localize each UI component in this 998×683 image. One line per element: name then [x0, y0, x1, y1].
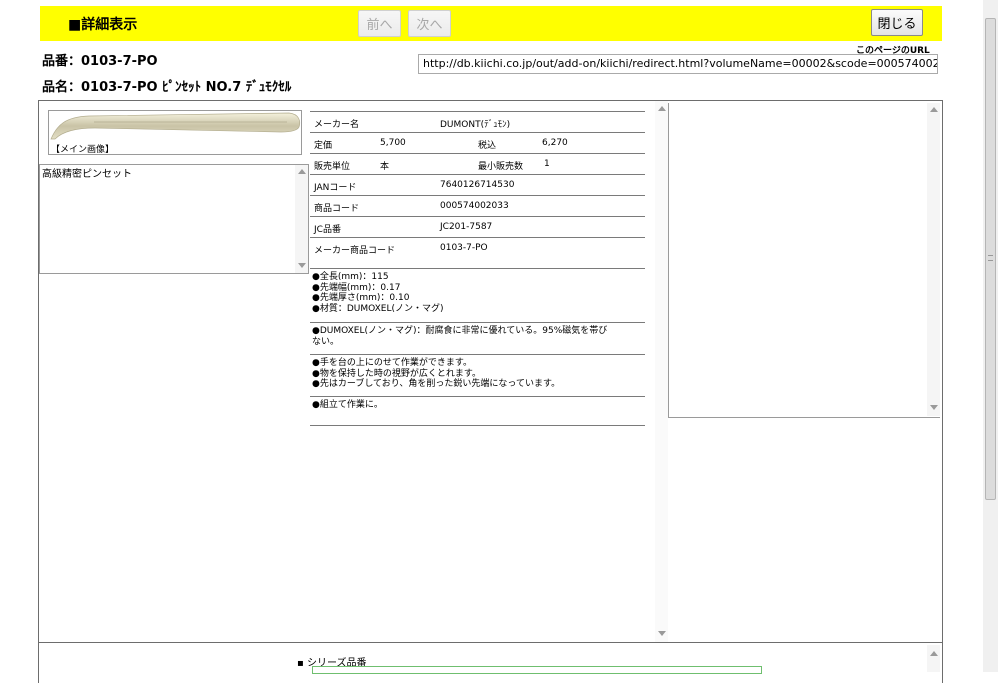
feature-line: ●先端厚さ(mm)：0.10	[312, 293, 410, 303]
spec-label: 最小販売数	[478, 162, 524, 172]
spec-value: DUMONT(ﾃﾞｭﾓﾝ)	[440, 120, 511, 130]
feature-line: ない。	[312, 336, 340, 347]
series-table	[312, 666, 762, 674]
feature-block-usage: ●手を台の上にのせて作業ができます。 ●物を保持した時の視野が広くとれます。 ●…	[310, 354, 645, 396]
scroll-down-arrow-icon[interactable]	[298, 263, 306, 268]
scroll-up-arrow-icon[interactable]	[658, 106, 666, 111]
spec-row-code: 商品コード 000574002033	[310, 195, 645, 216]
spec-row-price: 定価 5,700 税込 6,270	[310, 132, 645, 153]
description-text: 高級精密ピンセット	[42, 169, 132, 180]
spec-value: 本	[380, 162, 390, 172]
main-image-frame: 【メイン画像】	[48, 110, 302, 155]
feature-line: ●材質：DUMOXEL(ノン・マグ)	[312, 303, 444, 314]
spec-row-jan: JANコード 7640126714530	[310, 174, 645, 195]
spec-value: 1	[544, 159, 550, 169]
spec-value: 5,700	[380, 138, 406, 148]
scroll-up-arrow-icon[interactable]	[930, 107, 938, 112]
product-number: 品番：0103-7-PO	[42, 54, 158, 69]
spec-label: JC品番	[314, 225, 341, 235]
spec-row-maker: メーカー名 DUMONT(ﾃﾞｭﾓﾝ)	[310, 111, 645, 132]
spec-label: メーカー商品コード	[314, 246, 396, 256]
spec-label: 定価	[314, 141, 333, 151]
window-scrollbar[interactable]	[983, 0, 998, 672]
feature-line: ●DUMOXEL(ノン・マグ)：耐腐食に非常に優れている。95%磁気を帯び	[312, 326, 608, 336]
detail-scrollbar[interactable]	[655, 101, 668, 642]
feature-block-purpose: ●組立て作業に。	[310, 396, 645, 426]
product-name: 品名：0103-7-PO ﾋﾟﾝｾｯﾄ NO.7 ﾃﾞｭﾓｸｾﾙ	[42, 80, 292, 95]
close-button[interactable]: 閉じる	[871, 9, 923, 36]
feature-block-specs: ●全長(mm)：115 ●先端幅(mm)：0.17 ●先端厚さ(mm)：0.10…	[310, 268, 645, 322]
spec-row-unit: 販売単位 本 最小販売数 1	[310, 153, 645, 174]
spec-value: 000574002033	[440, 201, 509, 211]
spec-table: メーカー名 DUMONT(ﾃﾞｭﾓﾝ) 定価 5,700 税込 6,270 販売…	[310, 111, 645, 259]
page-url-field[interactable]: http://db.kiichi.co.jp/out/add-on/kiichi…	[418, 54, 938, 74]
feature-line: ●先端幅(mm)：0.17	[312, 282, 401, 293]
spec-label: メーカー名	[314, 120, 360, 130]
feature-line: ●手を台の上にのせて作業ができます。	[312, 358, 472, 368]
main-image-caption: 【メイン画像】	[51, 145, 115, 155]
description-scrollbar[interactable]	[295, 165, 308, 273]
scroll-down-arrow-icon[interactable]	[658, 631, 666, 636]
related-panel	[668, 103, 940, 418]
scroll-up-arrow-icon[interactable]	[298, 169, 306, 174]
scroll-grip-icon	[988, 255, 993, 261]
spec-value: 7640126714530	[440, 180, 515, 190]
spec-row-maker-code: メーカー商品コード 0103-7-PO	[310, 237, 645, 259]
feature-block-material: ●DUMOXEL(ノン・マグ)：耐腐食に非常に優れている。95%磁気を帯び ない…	[310, 322, 645, 354]
spec-label: JANコード	[314, 183, 357, 193]
spec-value: 0103-7-PO	[440, 243, 488, 253]
feature-line: ●全長(mm)：115	[312, 272, 389, 282]
spec-value: JC201-7587	[440, 222, 493, 232]
series-panel	[38, 643, 943, 683]
spec-label: 商品コード	[314, 204, 360, 214]
spec-label: 販売単位	[314, 162, 351, 172]
spec-row-jc: JC品番 JC201-7587	[310, 216, 645, 237]
scroll-up-arrow-icon[interactable]	[930, 651, 938, 656]
scroll-down-arrow-icon[interactable]	[930, 405, 938, 410]
series-scrollbar[interactable]	[927, 645, 940, 672]
tweezers-image	[50, 112, 301, 140]
page-title: ■詳細表示	[68, 17, 138, 33]
feature-line: ●先はカーブしており、角を削った鋭い先端になっています。	[312, 379, 561, 389]
spec-label: 税込	[478, 141, 497, 151]
feature-line: ●物を保持した時の視野が広くとれます。	[312, 368, 481, 379]
related-scrollbar[interactable]	[927, 103, 940, 416]
header-bar: ■詳細表示 前へ 次へ 閉じる	[40, 6, 942, 41]
description-box[interactable]: 高級精密ピンセット	[39, 164, 309, 274]
feature-line: ●組立て作業に。	[312, 400, 383, 410]
spec-value: 6,270	[542, 138, 568, 148]
prev-button[interactable]: 前へ	[358, 10, 401, 37]
next-button[interactable]: 次へ	[408, 10, 451, 37]
